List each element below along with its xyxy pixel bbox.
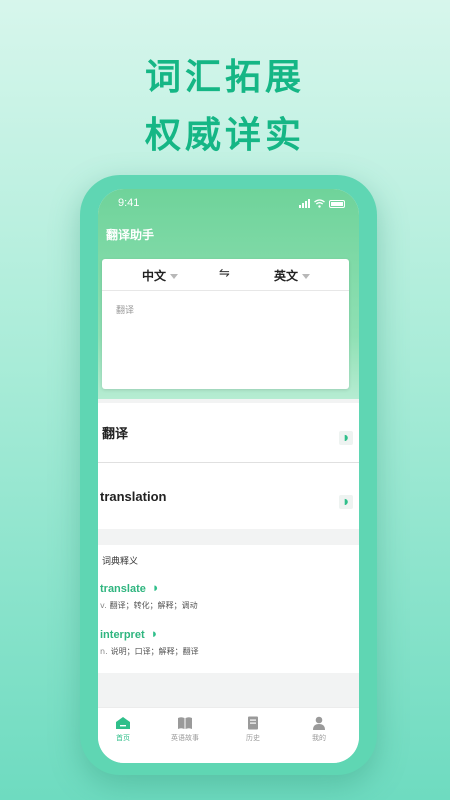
signal-icon: [299, 199, 310, 208]
person-icon: [313, 716, 325, 730]
source-result-text: 翻译: [102, 427, 129, 442]
status-icons: [299, 199, 345, 208]
source-result-row: 翻译 ◗: [98, 403, 359, 463]
dictionary-definition: n. 说明；口译；解释；翻译: [100, 646, 350, 657]
battery-icon: [329, 199, 345, 208]
dictionary-definition: v. 翻译；转化；解释；调动: [100, 600, 350, 611]
tab-label: 首页: [116, 734, 130, 742]
dictionary-title: 词典释义: [102, 557, 139, 567]
source-language-select[interactable]: 中文: [142, 267, 179, 284]
part-of-speech: v.: [100, 601, 107, 610]
tab-history[interactable]: 历史: [228, 716, 278, 743]
dictionary-card: 词典释义 translate ◗ v. 翻译；转化；解释；调动 interpret ◗…: [98, 545, 359, 673]
caret-down-icon: [170, 274, 179, 279]
speaker-icon[interactable]: ◗: [339, 431, 353, 445]
translator-card: 中文 ⇋ 英文: [102, 259, 349, 389]
speaker-icon[interactable]: ◗: [153, 630, 157, 638]
speaker-icon[interactable]: ◗: [154, 584, 158, 592]
promo-headline-2: 权威详实: [144, 115, 305, 156]
app-title: 翻译助手: [106, 228, 155, 242]
definition-text: 翻译；转化；解释；调动: [109, 601, 198, 610]
translated-result-row: translation ◗: [98, 465, 359, 525]
tab-home[interactable]: 首页: [98, 716, 148, 743]
document-icon: [248, 716, 258, 730]
app-screen: 9:41 翻译助手 中文 ⇋ 英文 翻译 ◗ translation: [98, 189, 359, 763]
phone-frame: 9:41 翻译助手 中文 ⇋ 英文 翻译 ◗ translation: [80, 175, 377, 775]
source-language-label: 中文: [142, 269, 167, 283]
translation-result-card: 翻译 ◗ translation ◗: [98, 403, 359, 529]
dictionary-word[interactable]: interpret: [100, 629, 145, 641]
promo-headline-1: 词汇拓展: [144, 57, 305, 98]
dictionary-entry: translate ◗ v. 翻译；转化；解释；调动: [100, 577, 350, 611]
part-of-speech: n.: [100, 647, 108, 656]
tab-english-stories[interactable]: 英语故事: [160, 716, 210, 743]
dictionary-entry: interpret ◗ n. 说明；口译；解释；翻译: [100, 623, 350, 657]
language-selector-row: 中文 ⇋ 英文: [102, 259, 349, 291]
target-language-select[interactable]: 英文: [274, 267, 311, 284]
tab-label: 我的: [312, 734, 326, 742]
status-time: 9:41: [118, 197, 140, 209]
status-bar: 9:41: [98, 197, 359, 213]
tab-label: 历史: [246, 734, 260, 742]
tab-label: 英语故事: [171, 734, 199, 742]
bottom-tab-bar: 首页 英语故事 历史 我的: [98, 707, 359, 763]
swap-icon[interactable]: ⇋: [219, 266, 230, 281]
definition-text: 说明；口译；解释；翻译: [110, 647, 199, 656]
speaker-icon[interactable]: ◗: [339, 495, 353, 509]
home-icon: [116, 717, 130, 729]
tab-profile[interactable]: 我的: [294, 716, 344, 743]
dictionary-word[interactable]: translate: [100, 583, 146, 595]
translation-input[interactable]: [116, 303, 336, 373]
translated-result-text: translation: [100, 489, 167, 504]
caret-down-icon: [302, 274, 311, 279]
book-icon: [178, 717, 192, 729]
target-language-label: 英文: [274, 269, 299, 283]
wifi-icon: [314, 199, 325, 208]
